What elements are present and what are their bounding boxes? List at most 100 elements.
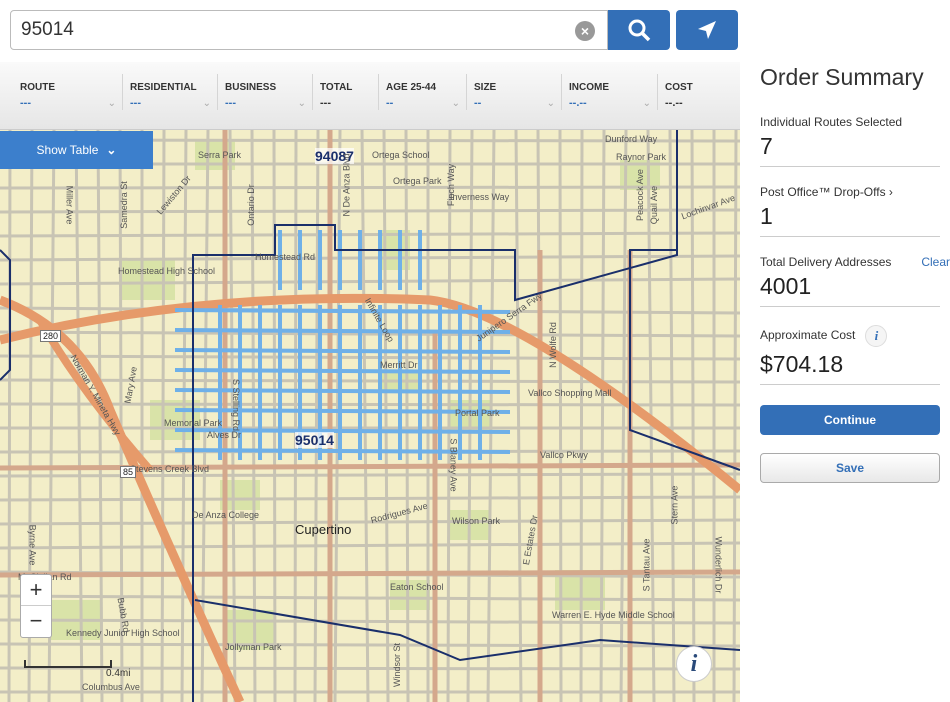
scale-bar: [24, 660, 112, 668]
map-label: Windsor St: [392, 642, 403, 688]
continue-button[interactable]: Continue: [760, 405, 940, 435]
zoom-out-button[interactable]: −: [21, 606, 51, 637]
filter-divider: [312, 74, 313, 110]
zoom-in-button[interactable]: +: [21, 575, 51, 606]
clear-link[interactable]: Clear: [921, 255, 950, 269]
filter-label: AGE 25-44: [386, 82, 437, 93]
street: [180, 130, 188, 702]
chevron-down-icon: ⌄: [202, 98, 211, 109]
map-label: S Blaney Ave: [448, 438, 459, 492]
selected-route: [174, 328, 511, 334]
map-label: Wilson Park: [452, 516, 501, 526]
filter-size[interactable]: SIZE -- ⌄: [474, 62, 561, 118]
filter-divider: [657, 74, 658, 110]
map-label: Byrne Ave: [27, 524, 38, 566]
cost-value: $704.18: [760, 351, 844, 377]
map-label: 280: [40, 330, 62, 342]
map-label: Vallco Shopping Mall: [528, 388, 612, 398]
map-label: Cupertino: [295, 522, 352, 537]
map-label: Peacock Ave: [634, 169, 645, 221]
filter-residential[interactable]: RESIDENTIAL --- ⌄: [130, 62, 217, 118]
map-label: N De Anza Blvd: [341, 153, 352, 217]
map-label: Ortega Park: [393, 176, 442, 186]
filter-age-25-44[interactable]: AGE 25-44 -- ⌄: [386, 62, 466, 118]
street: [732, 130, 738, 702]
map-label: Eaton School: [390, 582, 444, 592]
map-label: Serra Park: [198, 150, 242, 160]
cost-label: Approximate Cost: [760, 328, 856, 343]
order-summary-panel: Order Summary Individual Routes Selected…: [760, 60, 950, 483]
map[interactable]: 94087 95014 Cupertino Junipero Serra Fwy Ste…: [0, 130, 740, 702]
filter-value: ---: [320, 97, 331, 109]
filter-bar: ROUTE --- ⌄ RESIDENTIAL --- ⌄ BUSINESS --- ⌄ TOTA…: [0, 62, 740, 130]
addresses-value: 4001: [760, 273, 812, 299]
map-label: Alves Dr: [207, 430, 242, 440]
map-label: Portal Park: [455, 408, 500, 418]
map-label: 85: [120, 466, 137, 478]
map-label: Warren E. Hyde Middle School: [552, 610, 675, 620]
filter-route[interactable]: ROUTE --- ⌄: [20, 62, 122, 118]
map-label: Memorial Park: [164, 418, 223, 428]
selected-route: [174, 448, 511, 454]
search-box[interactable]: ×: [10, 10, 608, 50]
chevron-down-icon: ⌄: [106, 143, 117, 157]
scale-label: 0.4mi: [106, 668, 131, 679]
post-office-dropoffs-link[interactable]: Post Office™ Drop-Offs ›: [760, 185, 940, 199]
map-label: Wunderlich Dr: [713, 536, 724, 594]
filter-value: --.--: [665, 97, 683, 109]
filter-income[interactable]: INCOME --.-- ⌄: [569, 62, 657, 118]
street: [0, 231, 740, 238]
map-label: Dunford Way: [605, 134, 658, 144]
map-label: Vallco Pkwy: [540, 450, 588, 460]
filter-label: BUSINESS: [225, 82, 277, 93]
map-label: Quail Ave: [649, 185, 660, 225]
filter-total: TOTAL ---: [320, 62, 378, 118]
search-icon: [628, 19, 651, 42]
street: [7, 130, 12, 702]
filter-label: INCOME: [569, 82, 609, 93]
addresses-label: Total Delivery Addresses: [760, 255, 892, 269]
filter-label: SIZE: [474, 82, 497, 93]
chevron-down-icon: ⌄: [451, 98, 460, 109]
filter-cost: COST --.--: [665, 62, 732, 118]
chevron-down-icon: ⌄: [642, 98, 651, 109]
filter-label: RESIDENTIAL: [130, 82, 197, 93]
map-label: S Stelling Rd: [231, 378, 242, 432]
street: [514, 130, 523, 702]
search-button[interactable]: [608, 10, 670, 50]
street: [446, 130, 452, 702]
selected-route: [174, 348, 511, 354]
search-input[interactable]: [11, 11, 551, 49]
locate-button[interactable]: [676, 10, 738, 50]
routes-value: 7: [760, 133, 773, 159]
map-label: Homestead Rd: [255, 252, 316, 262]
filter-business[interactable]: BUSINESS --- ⌄: [225, 62, 312, 118]
chevron-down-icon: ⌄: [546, 98, 555, 109]
filter-divider: [466, 74, 467, 110]
filter-divider: [378, 74, 379, 110]
street: [313, 130, 320, 702]
map-label: Ontario Dr: [245, 184, 256, 226]
map-info-button[interactable]: i: [676, 646, 712, 682]
filter-label: COST: [665, 82, 693, 93]
street: [0, 208, 740, 214]
selected-route: [174, 308, 511, 314]
chevron-down-icon: ⌄: [297, 98, 306, 109]
map-label: Miller Ave: [64, 185, 75, 225]
map-label: Columbus Ave: [82, 682, 140, 692]
map-label: Jollyman Park: [225, 642, 282, 652]
map-label: 95014: [295, 432, 334, 448]
map-label: Stern Ave: [669, 485, 680, 525]
map-label: Raynor Park: [616, 152, 667, 162]
info-icon[interactable]: i: [865, 325, 888, 347]
map-label: Stevens Creek Blvd: [130, 464, 210, 474]
filter-label: TOTAL: [320, 82, 353, 93]
show-table-button[interactable]: Show Table ⌄: [0, 131, 153, 169]
filter-divider: [561, 74, 562, 110]
dropoffs-value: 1: [760, 203, 773, 229]
street: [382, 130, 390, 702]
map-label: De Anza College: [192, 510, 260, 520]
clear-search-icon[interactable]: ×: [575, 21, 595, 41]
save-button[interactable]: Save: [760, 453, 940, 483]
location-arrow-icon: [698, 21, 716, 39]
